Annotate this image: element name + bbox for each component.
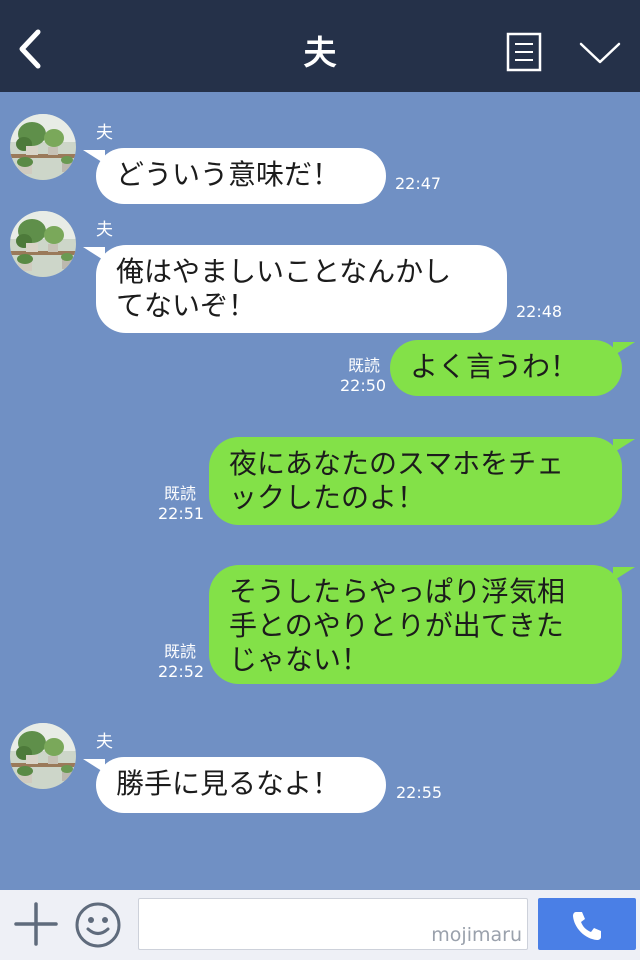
smiley-icon	[75, 902, 121, 948]
memo-button[interactable]	[506, 32, 542, 72]
menu-button[interactable]	[578, 38, 622, 68]
message-time: 22:52	[158, 662, 205, 681]
chat-header: 夫	[0, 0, 640, 92]
read-receipt: 既読	[163, 642, 196, 661]
watermark: mojimaru	[431, 924, 522, 946]
chevron-left-icon	[19, 29, 41, 69]
message-time: 22:50	[340, 376, 387, 395]
read-receipt: 既読	[163, 484, 196, 503]
avatar[interactable]	[10, 723, 76, 789]
add-button[interactable]	[14, 902, 58, 946]
message-bubble[interactable]: どういう意味だ！	[83, 148, 386, 204]
back-button[interactable]	[14, 26, 50, 72]
message-time: 22:47	[395, 174, 442, 193]
sender-name: 夫	[96, 732, 113, 752]
message-bubble[interactable]: 夜にあなたのスマホをチェ ックしたのよ！	[209, 437, 635, 525]
chat-title: 夫	[303, 33, 337, 72]
message-time: 22:55	[396, 783, 443, 802]
avatar[interactable]	[10, 211, 76, 277]
sender-name: 夫	[96, 220, 113, 240]
chevron-down-icon	[579, 42, 621, 64]
message-bubble[interactable]: 勝手に見るなよ！	[83, 757, 386, 813]
plus-icon	[14, 902, 58, 946]
message-bubble[interactable]: よく言うわ！	[390, 340, 635, 396]
message-time: 22:51	[158, 504, 205, 523]
sender-name: 夫	[96, 123, 113, 143]
message-time: 22:48	[516, 302, 563, 321]
message-bubble[interactable]: 俺はやましいことなんかし てないぞ！	[83, 245, 507, 333]
note-icon	[506, 32, 542, 72]
message-bubble[interactable]: そうしたらやっぱり浮気相 手とのやりとりが出てきた じゃない！	[209, 565, 635, 684]
emoji-button[interactable]	[74, 901, 122, 949]
phone-icon	[573, 912, 601, 940]
avatar[interactable]	[10, 114, 76, 180]
call-button[interactable]	[538, 898, 636, 950]
read-receipt: 既読	[347, 356, 380, 375]
